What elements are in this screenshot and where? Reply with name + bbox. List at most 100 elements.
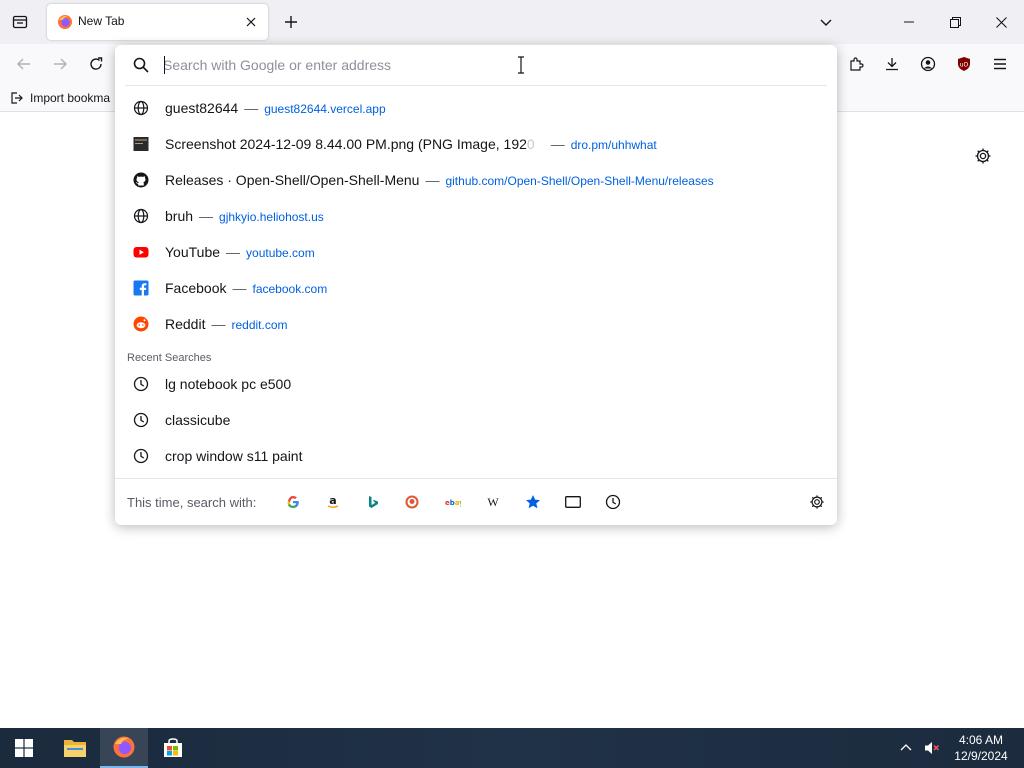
windows-taskbar: 4:06 AM 12/9/2024	[0, 728, 1024, 768]
amazon-icon[interactable]: a	[323, 492, 343, 512]
volume-button[interactable]	[922, 738, 942, 758]
address-bar[interactable]	[115, 45, 837, 85]
chevron-down-icon	[820, 19, 832, 26]
ibeam-cursor-icon	[518, 56, 524, 74]
hamburger-menu-icon	[994, 58, 1006, 70]
import-icon	[11, 92, 23, 104]
reddit-icon	[133, 316, 149, 332]
history-clock-icon	[133, 448, 149, 464]
downloads-button[interactable]	[876, 48, 908, 80]
reload-icon	[90, 57, 103, 70]
close-tab-button[interactable]	[241, 12, 261, 32]
taskbar-microsoft-store[interactable]	[149, 728, 197, 768]
result-row[interactable]: YouTube — youtube.com	[121, 236, 831, 268]
ublock-shield-icon: uO	[958, 57, 970, 71]
svg-text:uO: uO	[960, 62, 969, 69]
start-button[interactable]	[0, 728, 48, 768]
result-row[interactable]: Facebook — facebook.com	[121, 272, 831, 304]
result-title: Facebook	[165, 280, 227, 296]
history-icon[interactable]	[603, 492, 623, 512]
result-url: youtube.com	[246, 246, 315, 260]
result-separator: —	[244, 100, 259, 116]
svg-text:a: a	[329, 495, 336, 507]
globe-icon	[133, 100, 149, 116]
arrow-right-icon	[54, 58, 67, 70]
result-title: YouTube	[165, 244, 221, 260]
puzzle-icon	[850, 57, 864, 71]
svg-text:W: W	[487, 495, 499, 509]
result-separator: —	[211, 316, 226, 332]
result-separator: —	[232, 280, 247, 296]
tabs-icon[interactable]	[563, 492, 583, 512]
restore-button[interactable]	[932, 0, 978, 44]
taskbar-clock[interactable]: 4:06 AM 12/9/2024	[948, 732, 1014, 764]
bing-icon[interactable]	[363, 492, 383, 512]
extensions-button[interactable]	[840, 48, 872, 80]
svg-text:ebay: ebay	[445, 499, 461, 507]
gear-icon	[810, 495, 824, 509]
windows-logo-icon	[15, 739, 33, 757]
github-icon	[133, 172, 149, 188]
search-icon	[133, 57, 149, 73]
result-row[interactable]: bruh — gjhkyio.heliohost.us	[121, 200, 831, 232]
google-icon[interactable]	[283, 492, 303, 512]
result-separator: —	[550, 136, 565, 152]
duckduckgo-icon[interactable]	[402, 492, 422, 512]
minimize-icon	[904, 21, 914, 23]
minimize-button[interactable]	[886, 0, 932, 44]
new-tab-button[interactable]	[277, 8, 305, 36]
result-row[interactable]: Screenshot 2024-12-09 8.44.00 PM.png (PN…	[121, 128, 831, 160]
import-bookmarks-label: Import bookma	[30, 91, 111, 105]
ublock-origin-button[interactable]: uO	[948, 48, 980, 80]
firefox-icon	[58, 15, 72, 29]
account-button[interactable]	[912, 48, 944, 80]
list-all-tabs-button[interactable]	[812, 8, 840, 36]
recent-search-text: crop window s11 paint	[165, 448, 303, 464]
result-title: bruh	[165, 208, 194, 224]
forward-button[interactable]	[44, 48, 76, 80]
result-url: facebook.com	[252, 282, 328, 296]
firefox-icon	[113, 736, 135, 758]
wikipedia-icon[interactable]: W	[483, 492, 503, 512]
one-off-search-label: This time, search with:	[127, 495, 257, 510]
tab-strip: New Tab	[0, 0, 1024, 44]
recent-search-row[interactable]: classicube	[121, 404, 831, 436]
facebook-icon	[133, 280, 149, 296]
close-window-button[interactable]	[978, 0, 1024, 44]
recent-search-text: lg notebook pc e500	[165, 376, 292, 392]
restore-icon	[949, 16, 961, 28]
result-url: github.com/Open-Shell/Open-Shell-Menu/re…	[445, 174, 714, 188]
reload-button[interactable]	[80, 48, 112, 80]
result-row[interactable]: guest82644 — guest82644.vercel.app	[121, 92, 831, 124]
address-input[interactable]	[163, 54, 763, 76]
volume-muted-icon	[925, 742, 939, 754]
tab-new-tab[interactable]: New Tab	[47, 4, 268, 40]
result-row[interactable]: Reddit — reddit.com	[121, 308, 831, 340]
recent-search-row[interactable]: crop window s11 paint	[121, 440, 831, 472]
arrow-left-icon	[17, 58, 30, 70]
text-caret	[164, 56, 165, 74]
bookmarks-star-icon[interactable]	[523, 492, 543, 512]
tab-title: New Tab	[78, 14, 125, 28]
result-separator: —	[226, 244, 241, 260]
import-bookmarks-button[interactable]: Import bookma	[10, 89, 110, 107]
globe-icon	[133, 208, 149, 224]
result-row[interactable]: Releases · Open-Shell/Open-Shell-Menu — gi…	[121, 164, 831, 196]
personalize-new-tab-button[interactable]	[970, 143, 996, 169]
firefox-view-button[interactable]	[4, 6, 36, 38]
back-button[interactable]	[8, 48, 40, 80]
ebay-icon[interactable]: ebay	[443, 492, 463, 512]
app-menu-button[interactable]	[984, 48, 1016, 80]
history-clock-icon	[133, 376, 149, 392]
recent-search-row[interactable]: lg notebook pc e500	[121, 368, 831, 400]
show-hidden-icons-button[interactable]	[896, 738, 916, 758]
store-icon	[164, 738, 182, 757]
result-separator: —	[425, 172, 440, 188]
taskbar-firefox[interactable]	[100, 728, 148, 768]
result-url: gjhkyio.heliohost.us	[219, 210, 324, 224]
search-settings-button[interactable]	[807, 492, 827, 512]
youtube-icon	[133, 244, 149, 260]
taskbar-file-explorer[interactable]	[51, 728, 99, 768]
gear-icon	[975, 148, 991, 164]
result-url: guest82644.vercel.app	[264, 102, 386, 116]
